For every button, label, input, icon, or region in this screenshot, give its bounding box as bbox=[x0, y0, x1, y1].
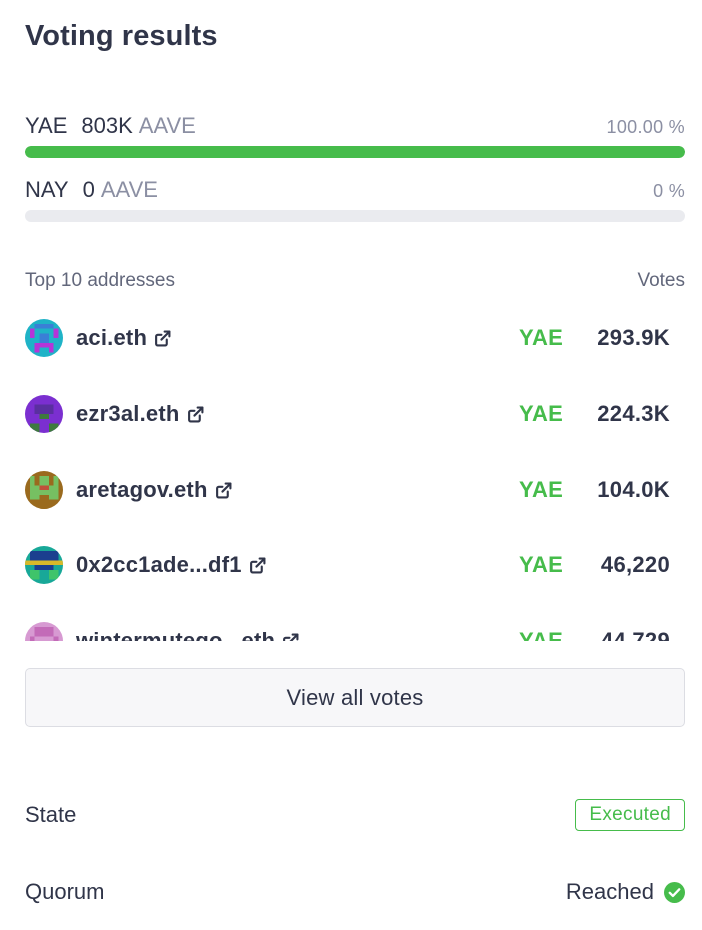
external-link-icon[interactable] bbox=[249, 557, 266, 574]
voter-name[interactable]: ezr3al.eth bbox=[76, 401, 180, 427]
external-link-icon[interactable] bbox=[154, 330, 171, 347]
yae-progress-fill bbox=[25, 146, 685, 158]
yae-label: YAE bbox=[25, 113, 68, 138]
nay-label: NAY bbox=[25, 177, 69, 202]
voter-vote: YAE bbox=[519, 628, 564, 641]
state-row: State Executed bbox=[25, 798, 685, 832]
voter-name[interactable]: aretagov.eth bbox=[76, 477, 208, 503]
yae-result: YAE 803K AAVE 100.00 % bbox=[25, 113, 685, 158]
nay-amount: 0 bbox=[82, 177, 95, 202]
voter-amount: 46,220 bbox=[600, 552, 670, 577]
voters-list[interactable]: aci.eth YAE 293.9K ezr3al.eth YAE 224.3K bbox=[25, 300, 685, 641]
avatar bbox=[25, 395, 63, 433]
avatar bbox=[25, 319, 63, 357]
external-link-icon[interactable] bbox=[215, 482, 232, 499]
voter-amount: 104.0K bbox=[597, 477, 670, 502]
voter-vote: YAE bbox=[519, 325, 564, 350]
voter-amount: 224.3K bbox=[597, 401, 670, 426]
voter-name[interactable]: aci.eth bbox=[76, 325, 147, 351]
quorum-status: Reached bbox=[566, 879, 685, 905]
yae-token: AAVE bbox=[138, 113, 196, 138]
voter-vote: YAE bbox=[519, 401, 564, 426]
yae-progress-bar bbox=[25, 146, 685, 158]
quorum-row: Quorum Reached bbox=[25, 875, 685, 909]
voters-header: Top 10 addresses Votes bbox=[25, 270, 685, 292]
yae-amount: 803K bbox=[81, 113, 133, 138]
list-item: ezr3al.eth YAE 224.3K bbox=[25, 384, 685, 444]
page-title: Voting results bbox=[25, 20, 218, 52]
check-circle-icon bbox=[664, 881, 685, 903]
voter-vote: YAE bbox=[519, 477, 564, 502]
avatar bbox=[25, 622, 63, 641]
voter-name[interactable]: 0x2cc1ade...df1 bbox=[76, 552, 242, 578]
view-all-votes-button[interactable]: View all votes bbox=[25, 668, 685, 727]
status-badge: Executed bbox=[575, 799, 685, 831]
voters-header-votes: Votes bbox=[637, 270, 685, 291]
list-item: 0x2cc1ade...df1 YAE 46,220 bbox=[25, 535, 685, 595]
nay-progress-bar bbox=[25, 210, 685, 222]
voters-header-title: Top 10 addresses bbox=[25, 270, 175, 291]
state-label: State bbox=[25, 802, 77, 827]
nay-result: NAY 0 AAVE 0 % bbox=[25, 177, 685, 222]
nay-token: AAVE bbox=[100, 177, 158, 202]
avatar bbox=[25, 546, 63, 584]
quorum-label: Quorum bbox=[25, 879, 105, 904]
quorum-value: Reached bbox=[565, 879, 654, 904]
voter-amount: 293.9K bbox=[597, 325, 670, 350]
list-item: aci.eth YAE 293.9K bbox=[25, 308, 685, 368]
list-item: wintermutego...eth YAE 44,729 bbox=[25, 611, 685, 641]
voter-name[interactable]: wintermutego...eth bbox=[76, 628, 275, 641]
voter-amount: 44,729 bbox=[600, 628, 670, 641]
voter-vote: YAE bbox=[519, 552, 564, 577]
external-link-icon[interactable] bbox=[282, 633, 299, 641]
external-link-icon[interactable] bbox=[187, 406, 204, 423]
avatar bbox=[25, 471, 63, 509]
yae-percent: 100.00 % bbox=[606, 117, 685, 137]
list-item: aretagov.eth YAE 104.0K bbox=[25, 460, 685, 520]
nay-percent: 0 % bbox=[653, 181, 685, 201]
